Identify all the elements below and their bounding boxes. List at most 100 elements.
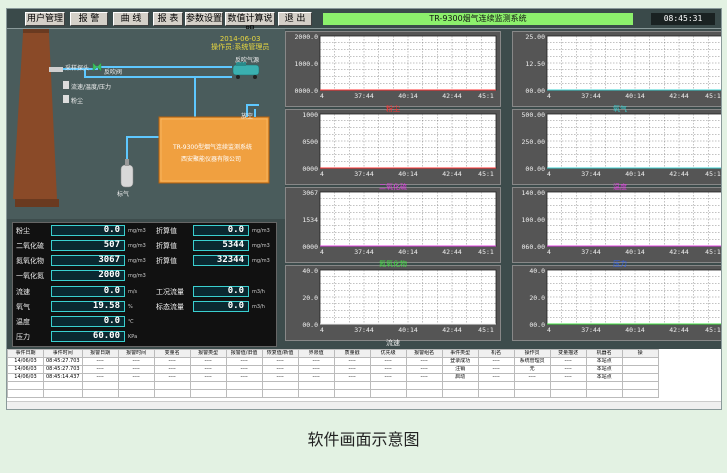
column-header[interactable]: 机名: [477, 349, 515, 358]
converted-unit: mg/m3: [252, 258, 270, 264]
column-header[interactable]: 变量描述: [549, 349, 587, 358]
standard-gas-pipe: [126, 136, 159, 165]
column-header[interactable]: 事件时间: [43, 349, 83, 358]
column-header[interactable]: 操作员: [513, 349, 551, 358]
reading-label: 粉尘: [16, 227, 30, 235]
converted-label: 折算值: [156, 257, 177, 265]
menu-report[interactable]: 报 表: [153, 12, 183, 26]
converted-label: 工况流量: [156, 288, 184, 296]
column-header[interactable]: 机器名: [585, 349, 623, 358]
x-tick-label: 45:1: [478, 326, 494, 334]
table-cell: ----: [225, 357, 263, 366]
chart-title: 流速: [386, 339, 400, 347]
table-cell: ----: [333, 373, 371, 382]
x-tick-label: 4: [547, 248, 551, 256]
flow-sensor-icon: [63, 81, 69, 89]
reading-value: 60.00: [51, 331, 125, 342]
process-diagram: 2014-06-03 操作员:系统管理员 采样探头 反吹阀 反吹气源 流速/温度…: [7, 29, 285, 219]
trend-chart: 25.00 12.50 00.00 4 37:44 40:14 42:44 45:1: [512, 31, 721, 107]
converted-label: 标态流量: [156, 303, 184, 311]
table-cell: [405, 389, 443, 398]
table-cell: [297, 389, 335, 398]
label-vent: 放空: [241, 113, 254, 120]
horizontal-scrollbar[interactable]: [7, 401, 721, 409]
column-header[interactable]: 恢复值/新值: [261, 349, 299, 358]
converted-unit: mg/m3: [252, 228, 270, 234]
table-cell: [441, 381, 479, 390]
x-tick-label: 4: [547, 326, 551, 334]
table-cell: [117, 381, 155, 390]
table-cell: ----: [297, 357, 335, 366]
menu-alarm[interactable]: 报 警: [70, 12, 108, 26]
column-header[interactable]: 报警时间: [117, 349, 155, 358]
trend-chart: 1000 0500 0000 4 37:44 40:14 42:44 45:1: [285, 109, 501, 185]
column-header[interactable]: 报警组名: [405, 349, 443, 358]
table-row[interactable]: 14/06/03 08:45:27.703 ---- ---- ---- ---- ----…: [7, 365, 659, 374]
label-standard-gas: 标气: [117, 191, 130, 198]
reading-row: 一氧化氮 2000 mg/m3: [13, 270, 276, 282]
column-header[interactable]: 事件类型: [441, 349, 479, 358]
menu-parameter-settings[interactable]: 参数设置: [185, 12, 223, 26]
reading-unit: m/s: [128, 289, 138, 295]
x-tick-label: 37:44: [354, 170, 374, 178]
column-header[interactable]: 质量戳: [333, 349, 371, 358]
reading-row: 二氧化硫 507 mg/m3 折算值 5344 mg/m3: [13, 240, 276, 252]
column-header[interactable]: 事件日期: [7, 349, 44, 358]
column-header[interactable]: 报警值/旧值: [225, 349, 263, 358]
table-cell: ----: [261, 373, 299, 382]
x-tick-label: 42:44: [669, 170, 689, 178]
column-header[interactable]: 报警日期: [81, 349, 119, 358]
table-cell: ----: [297, 365, 335, 374]
table-cell: [81, 389, 119, 398]
table-cell: [621, 389, 659, 398]
column-header[interactable]: 报警类型: [189, 349, 227, 358]
table-cell: 注销: [441, 365, 479, 374]
table-cell: 本站点: [585, 357, 623, 366]
x-tick-label: 45:1: [478, 170, 494, 178]
x-tick-label: 4: [547, 170, 551, 178]
reading-unit: KPa: [128, 334, 138, 340]
trend-chart: 40.0 20.0 00.0 4 37:44 40:14 42:44 45:1: [285, 265, 501, 341]
reading-value: 0.0: [51, 286, 125, 297]
menu-calculation-notes[interactable]: 数值计算说明: [225, 12, 275, 36]
reading-row: 温度 0.0 ℃: [13, 316, 276, 328]
table-cell: 启动: [441, 373, 479, 382]
table-cell: ----: [117, 365, 155, 374]
table-row[interactable]: 14/06/03 08:45:14.437 ---- ---- ---- ---- ----…: [7, 373, 659, 382]
trend-chart-svg: 500.00250.0000.004 37:44 40:14 42:44 45:1: [522, 111, 721, 178]
table-cell: [189, 389, 227, 398]
sample-pipe-down: [84, 69, 196, 117]
column-header[interactable]: 优先级: [369, 349, 407, 358]
figure-caption: 软件画面示意图: [307, 430, 420, 449]
table-cell: ----: [261, 357, 299, 366]
reading-value: 3067: [51, 255, 125, 266]
table-cell: ----: [225, 373, 263, 382]
table-cell: ----: [369, 357, 407, 366]
table-cell: ----: [153, 357, 191, 366]
table-row[interactable]: 14/06/03 08:45:27.703 ---- ---- ---- ---- ----…: [7, 357, 659, 366]
x-tick-label: 40:14: [398, 326, 418, 334]
menu-exit[interactable]: 退 出: [278, 12, 312, 26]
trend-chart-svg: 140.00100.00060.004 37:44 40:14 42:44 45:1: [522, 189, 721, 256]
column-header[interactable]: 变量名: [153, 349, 191, 358]
table-cell: [43, 381, 83, 390]
table-cell: [81, 381, 119, 390]
label-blowback-valve: 反吹阀: [104, 69, 123, 76]
cabinet-label: TR-9300型烟气连续监测系统: [173, 144, 253, 151]
trend-chart: 140.00 100.00 060.00 4 37:44 40:14 42:44 45:1: [512, 187, 721, 263]
table-cell: [261, 381, 299, 390]
column-header[interactable]: 操: [621, 349, 659, 358]
table-cell: ----: [513, 373, 551, 382]
table-cell: 14/06/03: [7, 373, 44, 382]
trend-chart-svg: 25.00 12.50 00.004 37:44 40:14 42:44 45:1: [525, 33, 721, 100]
column-header[interactable]: 界限值: [297, 349, 335, 358]
menu-user-management[interactable]: 用户管理: [25, 12, 65, 26]
y-tick-label: 2000.0: [295, 33, 319, 41]
table-cell: 08:45:14.437: [43, 373, 83, 382]
menu-curve[interactable]: 曲 线: [113, 12, 149, 26]
table-cell: ----: [261, 365, 299, 374]
y-tick-label: 25.00: [525, 33, 545, 41]
y-tick-label: 060.00: [522, 243, 546, 251]
table-cell: [7, 389, 44, 398]
table-cell: [621, 381, 659, 390]
